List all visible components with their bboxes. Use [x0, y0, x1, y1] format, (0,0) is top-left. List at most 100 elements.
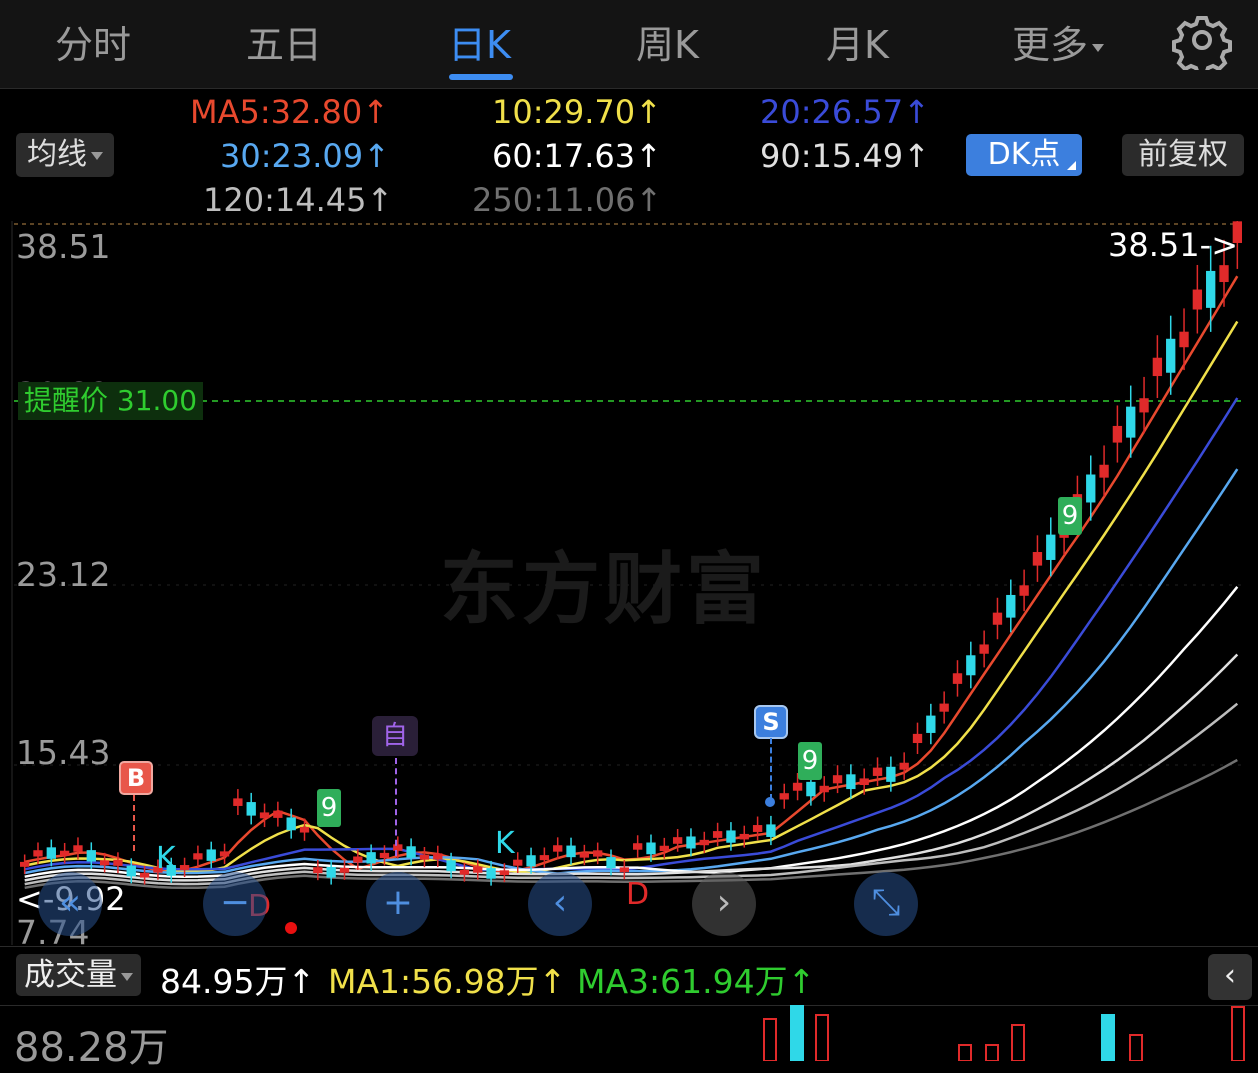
- candle-body: [1086, 474, 1096, 503]
- tab-daily-k[interactable]: 日K: [448, 14, 511, 69]
- tab-weekly-k[interactable]: 周K: [636, 14, 699, 69]
- candle-body: [59, 850, 70, 856]
- candle-body: [619, 867, 630, 873]
- ma120-value: 120:14.45↑: [203, 181, 394, 219]
- dk-point-label: DK点: [987, 137, 1061, 172]
- price-adjust-button[interactable]: 前复权: [1122, 134, 1244, 176]
- ma-selector-button[interactable]: 均线: [16, 133, 114, 177]
- candle-body: [939, 703, 949, 712]
- candle-body: [126, 865, 136, 877]
- candle-body: [806, 781, 816, 797]
- td-nine-badge: 9: [1058, 497, 1082, 535]
- collapse-panel-button[interactable]: ‹: [1208, 954, 1252, 1000]
- candle-body: [886, 766, 896, 782]
- candle-body: [73, 845, 83, 852]
- candle-body: [379, 852, 390, 858]
- buy-marker-line: [133, 795, 135, 851]
- gear-icon[interactable]: [1172, 10, 1232, 70]
- candle-body: [1046, 534, 1056, 560]
- candle-body: [832, 775, 843, 784]
- tab-intraday[interactable]: 分时: [55, 14, 131, 69]
- volume-value: 84.95万↑: [160, 962, 316, 1001]
- active-tab-indicator: [449, 74, 513, 80]
- candle-body: [1219, 265, 1229, 283]
- volume-bar: [763, 1018, 777, 1061]
- candle-body: [459, 869, 470, 875]
- candle-body: [499, 870, 510, 876]
- candle-body: [646, 842, 656, 855]
- scroll-left-fast-button[interactable]: «: [38, 872, 102, 936]
- candle-body: [632, 843, 643, 850]
- candle-body: [819, 785, 829, 793]
- candle-body: [19, 861, 30, 867]
- candle-body: [726, 830, 736, 843]
- ma20-value: 20:26.57↑: [760, 93, 930, 131]
- candle-body: [952, 673, 963, 684]
- signal-dot: [285, 922, 297, 934]
- zoom-in-button[interactable]: +: [366, 872, 430, 936]
- ma-selector-label: 均线: [27, 137, 87, 172]
- tab-more-label: 更多: [1012, 23, 1089, 67]
- candle-body: [1112, 425, 1123, 443]
- candle-body: [1019, 585, 1029, 596]
- candle-body: [872, 767, 883, 776]
- next-button[interactable]: ›: [692, 872, 756, 936]
- candle-body: [113, 859, 123, 866]
- sell-marker-dot: [765, 797, 775, 807]
- ma5-value: MA5:32.80↑: [190, 93, 390, 131]
- candle-body: [579, 852, 590, 858]
- k-marker: K: [495, 826, 515, 861]
- ma250-value: 250:11.06↑: [472, 181, 663, 219]
- candle-body: [846, 774, 856, 790]
- candle-body: [779, 793, 789, 800]
- volume-indicator-selector[interactable]: 成交量: [16, 954, 141, 996]
- candle-body: [139, 872, 150, 878]
- candle-body: [739, 833, 749, 840]
- volume-bar: [1101, 1014, 1115, 1061]
- candle-body: [566, 845, 576, 858]
- candle-body: [366, 852, 376, 864]
- tab-five-day[interactable]: 五日: [246, 14, 322, 69]
- self-select-marker[interactable]: 自: [372, 716, 418, 756]
- candlestick-chart[interactable]: 38.51 30.82 23.12 15.43 7.74 东方财富 提醒价 31…: [0, 221, 1258, 952]
- prev-button[interactable]: ‹: [528, 872, 592, 936]
- candle-body: [219, 851, 230, 857]
- candle-body: [792, 782, 803, 791]
- candle-body: [699, 839, 709, 846]
- volume-bar: [958, 1044, 972, 1061]
- candle-body: [712, 831, 723, 838]
- candle-body: [966, 655, 976, 676]
- candle-body: [326, 866, 336, 878]
- candle-body: [339, 867, 350, 873]
- buy-marker[interactable]: B: [119, 761, 153, 795]
- zoom-out-button[interactable]: −: [203, 872, 267, 936]
- ma30-value: 30:23.09↑: [220, 137, 390, 175]
- volume-bar: [815, 1014, 829, 1061]
- dk-point-button[interactable]: DK点: [966, 134, 1082, 176]
- candle-body: [299, 826, 310, 833]
- fullscreen-button[interactable]: ⤡: [854, 872, 918, 936]
- candle-body: [33, 850, 43, 857]
- chevron-down-icon: [121, 972, 133, 981]
- candle-body: [979, 644, 989, 654]
- volume-header: 成交量 84.95万↑ MA1:56.98万↑ MA3:61.94万↑ ‹: [0, 946, 1258, 1006]
- alert-price-label[interactable]: 提醒价 31.00: [18, 382, 204, 420]
- candle-body: [606, 857, 616, 869]
- candle-body: [1166, 338, 1176, 373]
- volume-bar: [985, 1044, 999, 1061]
- candle-body: [553, 845, 563, 852]
- candle-body: [752, 825, 763, 832]
- sell-marker[interactable]: S: [754, 705, 788, 739]
- chevron-down-icon: [91, 151, 103, 160]
- candle-body: [926, 715, 936, 733]
- candle-body: [233, 798, 243, 806]
- tab-monthly-k[interactable]: 月K: [826, 14, 889, 69]
- y-tick-label: 38.51: [16, 227, 111, 266]
- high-price-label: 38.51->: [1108, 226, 1238, 264]
- candle-body: [659, 845, 669, 852]
- volume-bar: [1129, 1034, 1143, 1061]
- brand-watermark: 东方财富: [440, 545, 769, 635]
- y-tick-label: 23.12: [16, 555, 111, 594]
- candle-body: [912, 733, 923, 744]
- tab-more[interactable]: 更多: [1012, 14, 1105, 69]
